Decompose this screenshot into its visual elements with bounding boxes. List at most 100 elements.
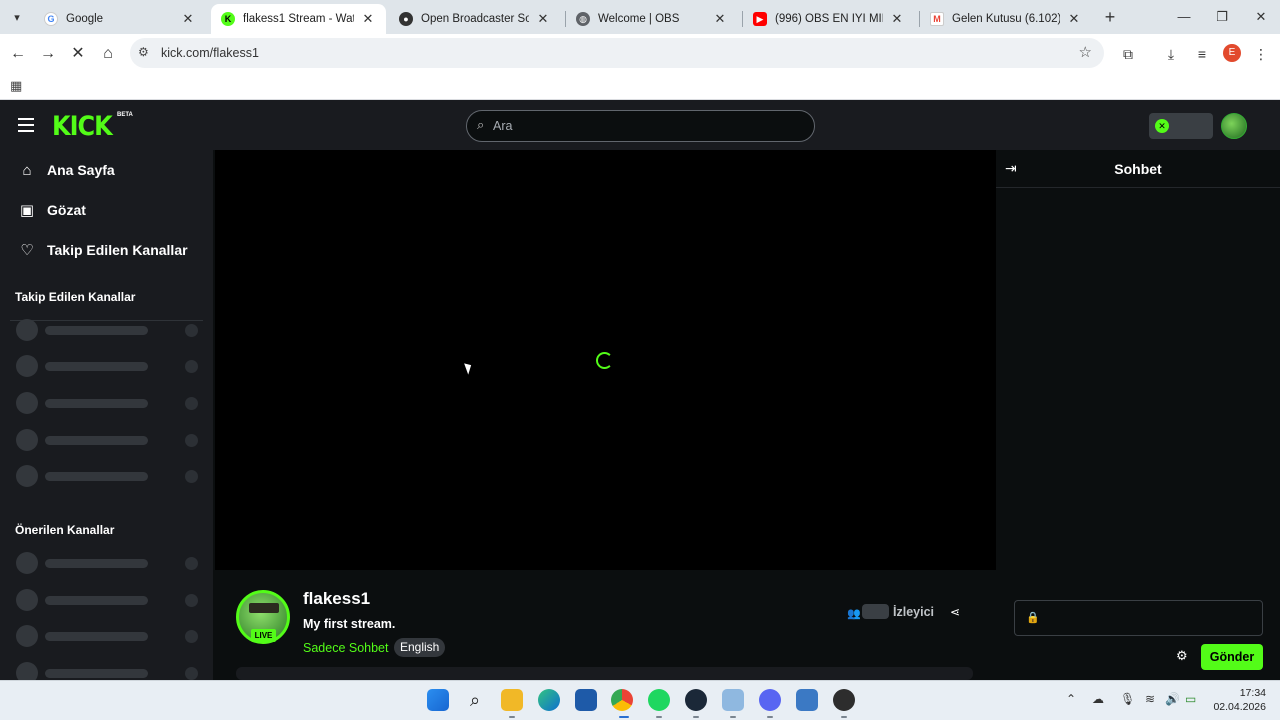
chat-title: Sohbet xyxy=(1114,161,1162,177)
lock-icon: 🔒 xyxy=(1026,612,1040,624)
app-icon[interactable] xyxy=(722,689,744,711)
steam-icon[interactable] xyxy=(685,689,707,711)
globe-icon: ◍ xyxy=(576,12,590,26)
forward-button[interactable]: → xyxy=(36,42,60,66)
tab-obs[interactable]: ● Open Broadcaster Software ✕ xyxy=(389,4,561,34)
kick-logo[interactable]: KICK xyxy=(52,111,113,142)
tray-overflow-icon[interactable]: ⌃ xyxy=(1066,692,1076,706)
apps-grid-icon[interactable]: ▦ xyxy=(10,78,22,94)
discord-icon[interactable] xyxy=(759,689,781,711)
about-skeleton xyxy=(236,667,973,680)
kick-page: KICK BETA ⌕ ✕ ⌂ Ana Sayfa ▣ Gözat ♡ Taki… xyxy=(0,100,1280,680)
tab-gmail[interactable]: M Gelen Kutusu (6.102) - eren ✕ xyxy=(920,4,1092,34)
close-icon[interactable]: ✕ xyxy=(180,11,196,27)
network-cloud-icon[interactable]: ☁ xyxy=(1092,692,1104,706)
browser-toolbar: ← → ✕ ⌂ ⚙ kick.com/flakess1 ☆ ⧉ ⤓ ≡ E ⋮ xyxy=(0,34,1280,72)
channel-skeleton xyxy=(16,355,199,377)
chrome-icon[interactable] xyxy=(611,689,633,711)
tab-search-button[interactable]: ▾ xyxy=(6,6,28,28)
tab-google[interactable]: G Google ✕ xyxy=(34,4,206,34)
kicks-wallet-button[interactable]: ✕ xyxy=(1149,113,1213,139)
home-icon: ⌂ xyxy=(22,161,32,179)
kick-icon: K xyxy=(221,12,235,26)
stream-title: My first stream. xyxy=(303,617,396,631)
wifi-icon[interactable]: ≋ xyxy=(1145,692,1155,706)
top-navbar: KICK BETA ⌕ ✕ xyxy=(0,100,1280,150)
recommended-channels-heading: Önerilen Kanallar xyxy=(15,523,115,537)
streamer-name[interactable]: flakess1 xyxy=(303,589,370,609)
obs-icon: ● xyxy=(399,12,413,26)
heart-icon: ♡ xyxy=(20,242,34,259)
send-button[interactable]: Gönder xyxy=(1201,644,1263,670)
volume-icon[interactable]: 🔊 xyxy=(1165,692,1180,706)
chat-header: ⇥ Sohbet xyxy=(996,150,1280,188)
sidebar-item-following[interactable]: ♡ Takip Edilen Kanallar xyxy=(18,238,188,262)
chat-panel: ⇥ Sohbet 🔒 ⚙ Gönder xyxy=(996,150,1280,680)
close-icon[interactable]: ✕ xyxy=(1066,11,1082,27)
close-icon[interactable]: ✕ xyxy=(889,11,905,27)
bookmark-star-icon[interactable]: ☆ xyxy=(1079,43,1092,61)
close-icon[interactable]: ✕ xyxy=(535,11,551,27)
menu-hamburger-icon[interactable] xyxy=(18,118,34,132)
close-icon[interactable]: ✕ xyxy=(360,11,376,27)
download-icon[interactable]: ⤓ xyxy=(1160,43,1182,65)
user-avatar[interactable] xyxy=(1221,113,1247,139)
sidebar-item-label: Takip Edilen Kanallar xyxy=(47,242,188,258)
tab-title: Welcome | OBS xyxy=(598,13,680,25)
tab-title: Google xyxy=(66,13,104,25)
tab-kick-stream[interactable]: K flakess1 Stream - Watch Live ✕ xyxy=(211,4,386,34)
channel-skeleton xyxy=(16,625,199,647)
menu-kebab-icon[interactable]: ⋮ xyxy=(1250,43,1272,65)
back-button[interactable]: ← xyxy=(6,42,30,66)
profile-avatar[interactable]: E xyxy=(1223,44,1241,62)
new-tab-button[interactable]: + xyxy=(1100,7,1120,27)
close-icon[interactable]: ✕ xyxy=(712,11,728,27)
url-text: kick.com/flakess1 xyxy=(161,46,259,60)
chat-settings-icon[interactable]: ⚙ xyxy=(1176,648,1188,664)
microphone-icon[interactable]: 🎙 xyxy=(1120,692,1135,706)
category-link[interactable]: Sadece Sohbet xyxy=(303,641,389,655)
store-icon[interactable] xyxy=(575,689,597,711)
search-box[interactable]: ⌕ xyxy=(466,110,815,142)
sidebar-item-label: Ana Sayfa xyxy=(47,162,115,178)
stop-loading-button[interactable]: ✕ xyxy=(66,42,90,66)
windows-taskbar: ⌕ ⌃ ☁ 🎙 ≋ 🔊 ▭ 17:34 02.04.2026 xyxy=(0,680,1280,720)
tab-title: flakess1 Stream - Watch Live xyxy=(243,13,354,25)
sidebar-item-label: Gözat xyxy=(47,202,86,218)
address-bar[interactable]: ⚙ kick.com/flakess1 ☆ xyxy=(130,38,1104,68)
avatar-hat-shape xyxy=(249,603,279,613)
sidebar-item-browse[interactable]: ▣ Gözat xyxy=(18,198,86,222)
battery-icon[interactable]: ▭ xyxy=(1185,692,1196,706)
tab-title: Gelen Kutusu (6.102) - eren xyxy=(952,13,1060,25)
channel-skeleton xyxy=(16,429,199,451)
maximize-button[interactable]: ❐ xyxy=(1204,6,1240,28)
minimize-button[interactable]: — xyxy=(1166,6,1202,28)
chat-input[interactable]: 🔒 xyxy=(1014,600,1263,636)
system-clock[interactable]: 17:34 02.04.2026 xyxy=(1210,686,1266,714)
tab-title: Open Broadcaster Software xyxy=(421,13,529,25)
channel-skeleton xyxy=(16,465,199,487)
start-windows-icon[interactable] xyxy=(427,689,449,711)
file-explorer-icon[interactable] xyxy=(501,689,523,711)
site-info-icon[interactable]: ⚙ xyxy=(138,45,149,59)
spotify-icon[interactable] xyxy=(648,689,670,711)
language-tag[interactable]: English xyxy=(394,638,446,657)
edge-icon[interactable] xyxy=(538,689,560,711)
search-input[interactable] xyxy=(493,116,793,136)
search-icon[interactable]: ⌕ xyxy=(464,689,486,711)
video-player[interactable] xyxy=(215,150,996,570)
window-close-button[interactable]: ✕ xyxy=(1243,6,1279,28)
kick-coin-icon: ✕ xyxy=(1155,119,1169,133)
obs-taskbar-icon[interactable] xyxy=(833,689,855,711)
tab-welcome-obs[interactable]: ◍ Welcome | OBS ✕ xyxy=(566,4,738,34)
share-icon[interactable]: ⋖ xyxy=(950,605,960,619)
riot-icon[interactable] xyxy=(796,689,818,711)
extensions-icon[interactable]: ⧉ xyxy=(1117,43,1139,65)
viewer-count-skeleton xyxy=(862,604,889,619)
sidebar-item-home[interactable]: ⌂ Ana Sayfa xyxy=(18,158,115,182)
viewers-icon: 👥 xyxy=(847,608,861,620)
tab-youtube[interactable]: ▶ (996) OBS EN İYİ MİKROFON ✕ xyxy=(743,4,915,34)
home-button[interactable]: ⌂ xyxy=(96,42,120,66)
clock-time: 17:34 xyxy=(1239,687,1266,699)
media-control-icon[interactable]: ≡ xyxy=(1191,43,1213,65)
